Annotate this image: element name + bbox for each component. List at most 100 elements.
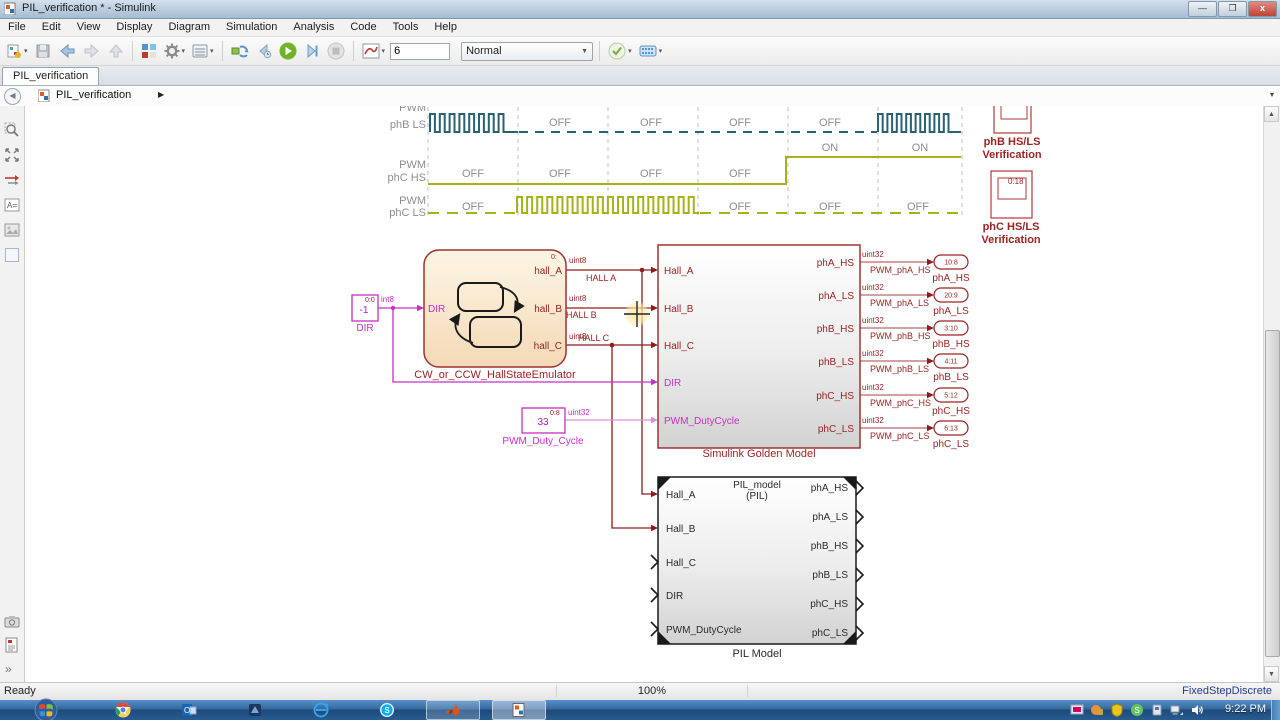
sample-time-badge: 0: — [551, 254, 557, 261]
pwm-duty-constant-block[interactable]: 33 0:8 uint32 PWM_Duty_Cycle — [502, 408, 590, 447]
sim-mode-select[interactable]: Normal ▼ — [461, 42, 593, 61]
menu-simulation[interactable]: Simulation — [218, 19, 285, 36]
simulink-golden-model-block[interactable]: Hall_A Hall_B Hall_C DIR PWM_DutyCycle p… — [658, 245, 860, 460]
input-port-label: PWM_DutyCycle — [664, 416, 740, 427]
pil-model-block[interactable]: PIL_model (PIL) Hall_A Hall_B Hall_C DIR… — [651, 477, 863, 660]
svg-text:10:8: 10:8 — [944, 260, 958, 267]
minimize-button[interactable]: — — [1188, 1, 1217, 17]
scrollbar-thumb[interactable] — [1265, 330, 1280, 657]
solver-name: FixedStepDiscrete — [1182, 685, 1272, 697]
taskbar-chrome[interactable] — [96, 700, 150, 720]
tray-skype-icon[interactable]: S — [1130, 703, 1144, 717]
up-button[interactable] — [106, 39, 126, 63]
update-diagram-button[interactable] — [229, 39, 251, 63]
library-browser-icon — [141, 43, 157, 59]
menu-help[interactable]: Help — [426, 19, 465, 36]
svg-text:4:11: 4:11 — [944, 359, 957, 366]
tray-usb-icon[interactable] — [1150, 703, 1164, 717]
block-label: CW_or_CCW_HallStateEmulator — [414, 369, 576, 381]
simulation-display-button[interactable]: ▾ — [360, 39, 388, 63]
back-button[interactable] — [56, 39, 78, 63]
svg-text:S: S — [384, 706, 390, 715]
seg-label: OFF — [640, 117, 662, 129]
model-advisor-button[interactable]: ▾ — [606, 39, 634, 63]
restore-button[interactable]: ❐ — [1218, 1, 1247, 17]
tray-update-icon[interactable] — [1090, 703, 1104, 717]
sim-stop-time-input[interactable] — [390, 43, 450, 60]
tab-bar: PIL_verification — [0, 66, 1280, 86]
phc-hs-trace — [428, 157, 961, 184]
dtype-label: int8 — [381, 295, 394, 304]
breadcrumb-model-name[interactable]: PIL_verification — [56, 89, 131, 101]
taskbar-outlook[interactable]: O — [162, 700, 216, 720]
tray-network-icon[interactable] — [1170, 703, 1184, 717]
signal-routing-icon[interactable] — [4, 172, 20, 188]
palette-more-button[interactable]: » — [5, 662, 12, 676]
image-icon[interactable] — [4, 222, 20, 238]
menu-file[interactable]: File — [0, 19, 34, 36]
outport-label: phA_HS — [932, 273, 970, 284]
scroll-up-icon[interactable]: ▲ — [1264, 106, 1279, 122]
vertical-scrollbar[interactable]: ▲ ▼ — [1263, 106, 1280, 682]
save-button[interactable] — [33, 39, 53, 63]
run-button[interactable] — [277, 39, 299, 63]
breadcrumb-dropdown-icon[interactable]: ▾ — [1270, 90, 1274, 99]
outport-blocks[interactable]: 10:820:9 3:104:11 5:126:13 phA_HS phA_LS… — [932, 255, 970, 450]
zoom-icon[interactable] — [4, 122, 20, 138]
library-browser-button[interactable] — [139, 39, 159, 63]
menu-display[interactable]: Display — [108, 19, 160, 36]
forward-button[interactable] — [81, 39, 103, 63]
tray-speaker-icon[interactable] — [1190, 703, 1204, 717]
svg-text:uint32: uint32 — [862, 416, 884, 425]
model-explorer-button[interactable]: ▾ — [190, 39, 216, 63]
step-back-button[interactable] — [254, 39, 274, 63]
start-button[interactable] — [34, 698, 58, 720]
build-button[interactable]: ▾ — [637, 39, 665, 63]
tray-program-icon[interactable] — [1070, 703, 1084, 717]
breadcrumb: ◀ PIL_verification ▶ ▾ — [0, 86, 1280, 107]
stop-button[interactable] — [325, 39, 347, 63]
screenshot-icon[interactable] — [4, 614, 20, 630]
menu-view[interactable]: View — [69, 19, 109, 36]
menu-analysis[interactable]: Analysis — [285, 19, 342, 36]
tray-shield-icon[interactable] — [1110, 703, 1124, 717]
golden-output-annotations: uint32 uint32 uint32 uint32 uint32 uint3… — [862, 250, 931, 441]
step-forward-button[interactable] — [302, 39, 322, 63]
annotation-icon[interactable]: A= — [4, 197, 20, 213]
taskbar-skype[interactable]: S — [360, 700, 414, 720]
scroll-down-icon[interactable]: ▼ — [1264, 666, 1279, 682]
outport-label: phB_HS — [932, 339, 970, 350]
menu-edit[interactable]: Edit — [34, 19, 69, 36]
taskbar-clock[interactable]: 9:22 PM — [1225, 703, 1266, 715]
fit-to-view-icon[interactable] — [4, 147, 20, 163]
taskbar-matlab[interactable] — [426, 700, 480, 720]
menu-diagram[interactable]: Diagram — [160, 19, 218, 36]
model-settings-button[interactable]: ▾ — [162, 39, 188, 63]
hide-browser-button[interactable]: ◀ — [4, 88, 21, 105]
menu-code[interactable]: Code — [342, 19, 384, 36]
wire-annotations: uint8 uint8 uint8 HALL A HALL B HALL C — [566, 256, 616, 343]
status-bar: Ready 100% FixedStepDiscrete — [0, 682, 1280, 701]
dir-constant-block[interactable]: -1 0:0 int8 DIR — [352, 295, 394, 334]
seg-label: OFF — [549, 117, 571, 129]
taskbar-ie[interactable] — [294, 700, 348, 720]
svg-text:O: O — [184, 706, 190, 715]
show-desktop-button[interactable] — [1271, 700, 1280, 720]
taskbar-app[interactable] — [228, 700, 282, 720]
report-icon[interactable] — [4, 637, 20, 653]
up-arrow-icon — [108, 43, 124, 59]
area-box-icon[interactable] — [4, 247, 20, 263]
input-chevrons — [651, 555, 658, 636]
tab-pil-verification[interactable]: PIL_verification — [2, 67, 99, 85]
new-model-button[interactable]: ▾ — [4, 39, 30, 63]
svg-text:uint32: uint32 — [862, 283, 884, 292]
close-button[interactable]: x — [1248, 1, 1277, 17]
phb-verification-block[interactable]: phB HS/LS Verification — [982, 106, 1042, 161]
hall-state-emulator-chart[interactable]: 0: DIR hall_A hall_B hall_C CW_or_CCW_Ha… — [414, 250, 576, 381]
taskbar-simulink-active[interactable] — [492, 700, 546, 720]
model-canvas[interactable]: PWM phB LS PWM phC HS PWM phC LS OFF OFF… — [25, 106, 1264, 682]
input-port-label: Hall_A — [666, 490, 696, 501]
phc-verification-block[interactable]: 0:18 phC HS/LS Verification — [981, 171, 1041, 246]
menu-tools[interactable]: Tools — [385, 19, 427, 36]
pwm-waveform-annotation: PWM phB LS PWM phC HS PWM phC LS OFF OFF… — [387, 106, 962, 219]
